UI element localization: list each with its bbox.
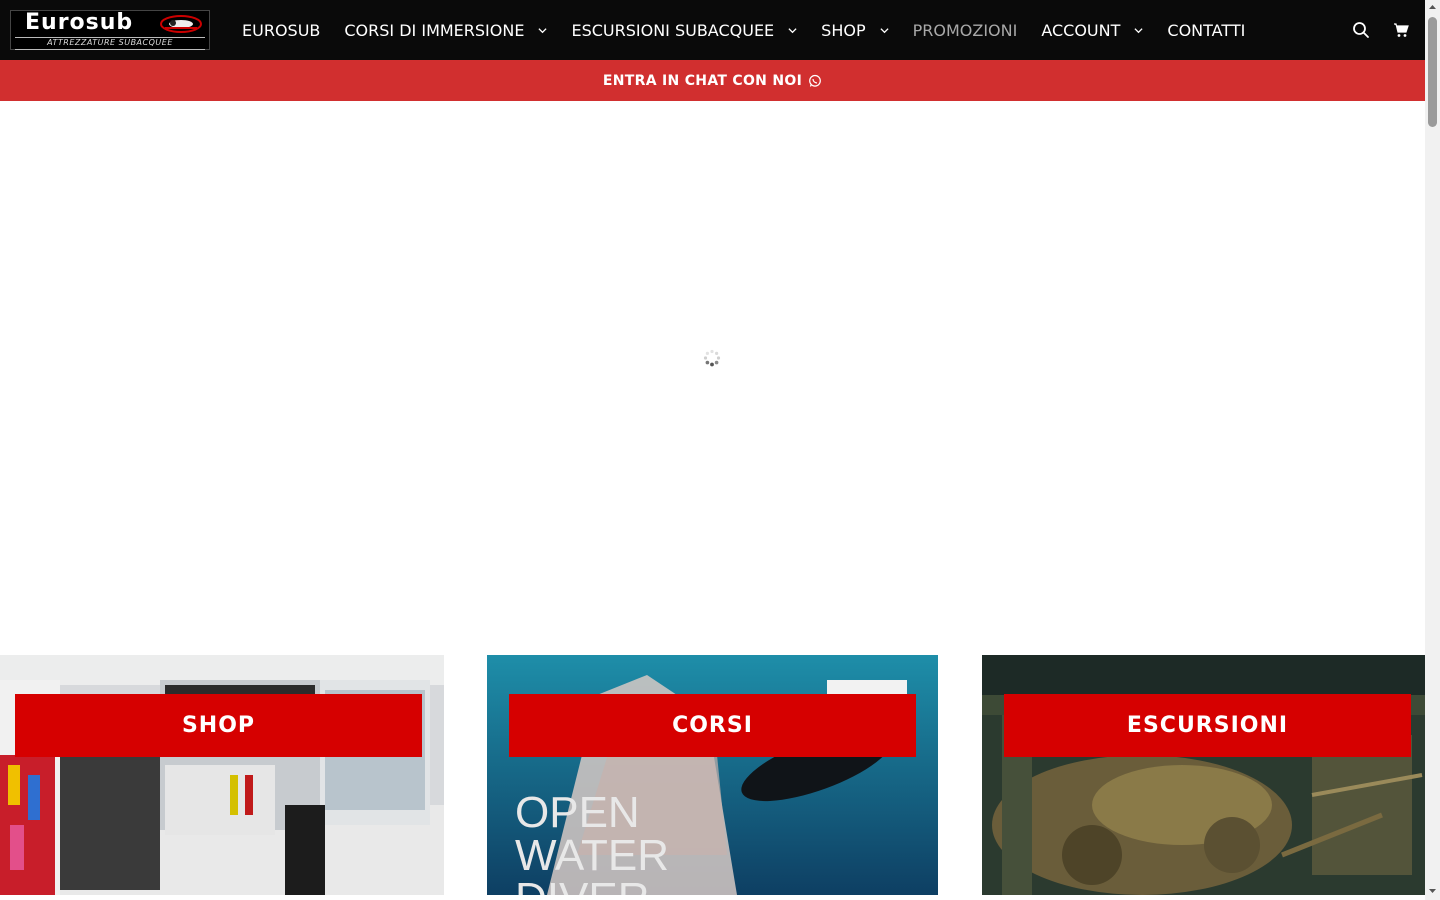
header-icons <box>1333 18 1413 42</box>
corsi-overlay-line-3: DIVER <box>515 874 649 895</box>
cart-button[interactable] <box>1389 18 1413 42</box>
cart-icon <box>1394 23 1409 37</box>
shop-image <box>0 655 444 895</box>
corsi-overlay-line-2: WATER <box>515 831 669 880</box>
corsi-card-label: CORSI <box>672 713 753 738</box>
corsi-card-button[interactable]: CORSI <box>509 694 916 757</box>
nav-item-label: SHOP <box>821 20 866 40</box>
escursioni-image <box>982 655 1425 895</box>
corsi-overlay-line-1: OPEN <box>515 788 640 837</box>
chevron-down-icon <box>1134 27 1143 33</box>
chevron-down-icon <box>788 27 797 33</box>
logo-subtitle: ATTREZZATURE SUBACQUEE <box>15 37 205 50</box>
logo-title: Eurosub <box>25 10 134 35</box>
corsi-card[interactable]: OPEN WATER DIVER CORSI <box>487 655 938 895</box>
chat-bar[interactable]: ENTRA IN CHAT CON NOI <box>0 60 1425 101</box>
nav-item-label: ESCURSIONI SUBACQUEE <box>571 20 775 40</box>
page-scrollbar[interactable] <box>1425 0 1440 900</box>
nav-item-label: PROMOZIONI <box>912 20 1018 40</box>
nav-item-contatti[interactable]: CONTATTI <box>1167 21 1245 40</box>
nav-item-promozioni[interactable]: PROMOZIONI <box>913 21 1018 40</box>
shop-card-label: SHOP <box>181 713 256 738</box>
main-nav: EUROSUB CORSI DI IMMERSIONE ESCURSIONI S… <box>242 0 1269 60</box>
site-header: Eurosub ATTREZZATURE SUBACQUEE EUROSUB C… <box>0 0 1425 60</box>
scroll-down-arrow-icon[interactable] <box>1428 887 1437 895</box>
chevron-down-icon <box>880 27 889 33</box>
search-icon <box>1353 22 1369 38</box>
escursioni-card[interactable]: ESCURSIONI <box>982 655 1425 895</box>
nav-item-label: EUROSUB <box>242 20 321 40</box>
nav-item-escursioni-subacquee[interactable]: ESCURSIONI SUBACQUEE <box>571 21 797 40</box>
nav-item-eurosub[interactable]: EUROSUB <box>242 21 320 40</box>
logo-diver-icon <box>160 15 202 33</box>
nav-item-corsi-di-immersione[interactable]: CORSI DI IMMERSIONE <box>344 20 548 40</box>
chat-bar-label: ENTRA IN CHAT CON NOI <box>602 72 803 89</box>
nav-item-shop[interactable]: SHOP <box>821 20 889 40</box>
loading-spinner-icon <box>703 349 721 367</box>
shop-card[interactable]: SHOP <box>0 655 444 895</box>
search-button[interactable] <box>1349 18 1373 42</box>
whatsapp-icon <box>809 74 821 87</box>
scroll-up-arrow-icon[interactable] <box>1428 3 1437 11</box>
nav-item-label: CONTATTI <box>1167 20 1246 40</box>
site-logo[interactable]: Eurosub ATTREZZATURE SUBACQUEE <box>10 10 210 50</box>
nav-item-label: CORSI DI IMMERSIONE <box>344 20 525 40</box>
escursioni-card-label: ESCURSIONI <box>1126 713 1289 738</box>
corsi-image: OPEN WATER DIVER <box>487 655 938 895</box>
nav-item-account[interactable]: ACCOUNT <box>1041 21 1143 40</box>
chevron-down-icon <box>538 27 548 33</box>
nav-item-label: ACCOUNT <box>1041 20 1121 40</box>
escursioni-card-button[interactable]: ESCURSIONI <box>1004 694 1411 757</box>
shop-card-button[interactable]: SHOP <box>15 694 422 757</box>
scrollbar-thumb[interactable] <box>1428 17 1437 127</box>
